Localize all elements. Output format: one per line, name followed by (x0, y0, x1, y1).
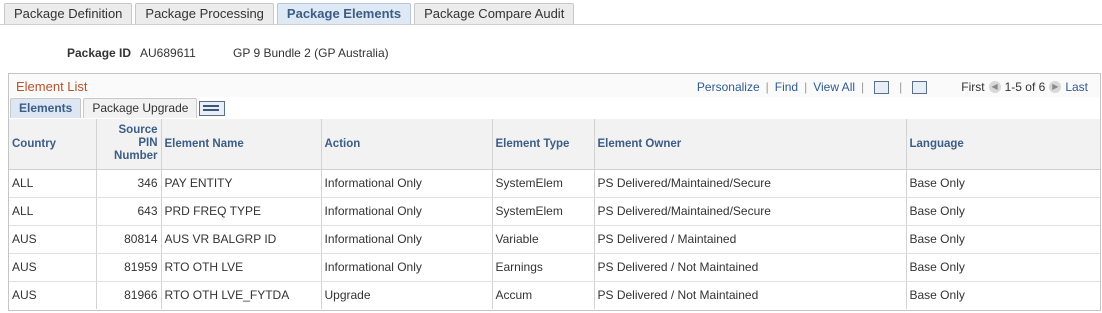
grid-subtabs: Elements Package Upgrade (10, 98, 226, 118)
column-header-country[interactable]: Country (9, 119, 97, 170)
package-description: GP 9 Bundle 2 (GP Australia) (233, 46, 389, 60)
find-link[interactable]: Find (775, 80, 798, 94)
column-header-source-pin[interactable]: Source PIN Number (96, 119, 162, 170)
view-all-link[interactable]: View All (813, 80, 855, 94)
subtab-package-upgrade[interactable]: Package Upgrade (83, 98, 198, 118)
tab-divider (0, 24, 1102, 25)
cell-element-type: Accum (492, 281, 595, 309)
cell-country: ALL (9, 169, 97, 198)
table-row: ALL 346 PAY ENTITY Informational Only Sy… (9, 169, 1100, 198)
cell-element-owner: PS Delivered / Maintained (594, 225, 907, 254)
cell-element-owner: PS Delivered / Not Maintained (594, 281, 907, 309)
element-table: Country Source PIN Number Element Name A… (9, 119, 1100, 309)
element-list-grid: Element List Personalize | Find | View A… (8, 73, 1101, 311)
tab-package-elements[interactable]: Package Elements (276, 3, 412, 24)
grid-header: Element List Personalize | Find | View A… (9, 74, 1100, 97)
show-all-columns-icon[interactable] (199, 101, 226, 116)
cell-language: Base Only (906, 225, 1100, 254)
package-id-label: Package ID (67, 46, 132, 60)
first-label: First (961, 80, 985, 94)
cell-element-type: Variable (492, 225, 595, 254)
grid-title: Element List (16, 79, 88, 94)
cell-language: Base Only (909, 288, 965, 303)
table-row: AUS 80814 AUS VR BALGRP ID Informational… (9, 225, 1100, 254)
cell-source-pin: 643 (96, 197, 162, 226)
next-arrow-icon[interactable]: ▶ (1049, 81, 1062, 93)
nav-separator: | (804, 80, 808, 94)
nav-separator: | (765, 80, 769, 94)
cell-country: AUS (9, 253, 97, 282)
nav-separator: | (861, 80, 865, 94)
personalize-link[interactable]: Personalize (697, 80, 760, 94)
column-header-action[interactable]: Action (321, 119, 493, 170)
column-header-element-name[interactable]: Element Name (161, 119, 322, 170)
cell-action: Informational Only (321, 225, 493, 254)
cell-country: ALL (9, 197, 97, 226)
cell-source-pin: 81966 (96, 281, 162, 309)
cell-element-owner: PS Delivered/Maintained/Secure (594, 197, 907, 226)
table-row: ALL 643 PRD FREQ TYPE Informational Only… (9, 197, 1100, 226)
cell-element-owner: PS Delivered / Not Maintained (594, 253, 907, 282)
cell-element-name: PRD FREQ TYPE (161, 197, 322, 226)
cell-element-owner: PS Delivered/Maintained/Secure (594, 169, 907, 198)
cell-element-name: PAY ENTITY (161, 169, 322, 198)
tab-package-definition[interactable]: Package Definition (4, 3, 133, 24)
grid-navigation: Personalize | Find | View All | | First … (697, 80, 1100, 94)
table-header-row: Country Source PIN Number Element Name A… (9, 119, 1100, 170)
table-row: AUS 81959 RTO OTH LVE Informational Only… (9, 253, 1100, 282)
cell-country: AUS (9, 225, 97, 254)
cell-language: Base Only (906, 197, 1100, 226)
package-id-value: AU689611 (140, 46, 196, 60)
tab-package-compare-audit[interactable]: Package Compare Audit (414, 3, 575, 24)
table-row: AUS 81966 RTO OTH LVE_FYTDA Upgrade Accu… (9, 281, 1100, 309)
cell-country: AUS (9, 281, 97, 309)
tab-package-processing[interactable]: Package Processing (135, 3, 274, 24)
download-icon[interactable] (912, 80, 928, 94)
subtab-elements[interactable]: Elements (10, 98, 82, 118)
cell-element-name: RTO OTH LVE (161, 253, 322, 282)
cell-action: Informational Only (321, 197, 493, 226)
cell-source-pin: 80814 (96, 225, 162, 254)
cell-element-type: SystemElem (492, 197, 595, 226)
cell-element-type: SystemElem (492, 169, 595, 198)
nav-separator: | (899, 80, 903, 94)
previous-arrow-icon[interactable]: ◀ (988, 81, 1001, 93)
cell-element-type: Earnings (492, 253, 595, 282)
column-header-element-type[interactable]: Element Type (492, 119, 595, 170)
column-header-language[interactable]: Language (906, 119, 1100, 170)
cell-source-pin: 346 (96, 169, 162, 198)
column-header-element-owner[interactable]: Element Owner (594, 119, 907, 170)
row-range: 1-5 of 6 (1004, 80, 1046, 94)
page-tabs: Package Definition Package Processing Pa… (4, 3, 575, 25)
cell-action: Upgrade (321, 281, 493, 309)
cell-action: Informational Only (321, 169, 493, 198)
cell-source-pin: 81959 (96, 253, 162, 282)
cell-language: Base Only (906, 253, 1100, 282)
cell-element-name: AUS VR BALGRP ID (161, 225, 322, 254)
zoom-grid-icon[interactable] (874, 80, 890, 94)
cell-element-name: RTO OTH LVE_FYTDA (161, 281, 322, 309)
cell-language: Base Only (906, 169, 1100, 198)
last-link[interactable]: Last (1065, 80, 1088, 94)
cell-action: Informational Only (321, 253, 493, 282)
